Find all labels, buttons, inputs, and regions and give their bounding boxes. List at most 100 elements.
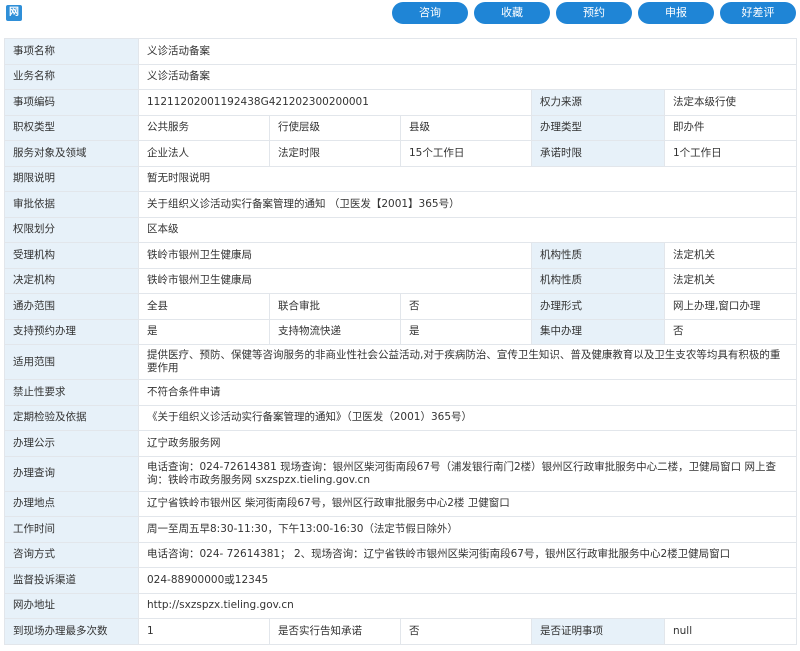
favorite-button[interactable]: 收藏 (474, 2, 550, 24)
table-row: 咨询方式 电话咨询：024- 72614381； 2、现场咨询：辽宁省铁岭市银州区… (4, 541, 797, 568)
table-row: 服务对象及领域 企业法人 法定时限 15个工作日 承诺时限 1个工作日 (4, 140, 797, 167)
field-value: 行使层级 (269, 114, 401, 141)
field-label: 网办地址 (4, 592, 139, 619)
field-value: 否 (400, 293, 532, 320)
table-row: 通办范围 全县 联合审批否办理形式 网上办理,窗口办理 (4, 293, 797, 320)
field-value: 支持物流快递 (269, 318, 401, 345)
site-logo: 网 (6, 5, 22, 21)
field-value: 网上办理,窗口办理 (664, 293, 797, 320)
table-row: 审批依据 关于组织义诊活动实行备案管理的通知 （卫医发【2001】365号） (4, 191, 797, 218)
apply-button[interactable]: 申报 (638, 2, 714, 24)
field-value: 铁岭市银州卫生健康局 (138, 267, 532, 294)
field-value: 关于组织义诊活动实行备案管理的通知 （卫医发【2001】365号） (138, 191, 797, 218)
appointment-button[interactable]: 预约 (556, 2, 632, 24)
field-value: 即办件 (664, 114, 797, 141)
table-row: 办理公示 辽宁政务服务网 (4, 430, 797, 457)
table-row: 期限说明 暂无时限说明 (4, 165, 797, 192)
field-value: 义诊活动备案 (138, 63, 797, 90)
field-label: 事项编码 (4, 89, 139, 116)
field-value: 否 (400, 618, 532, 645)
table-row: 禁止性要求 不符合条件申请 (4, 379, 797, 406)
consult-button[interactable]: 咨询 (392, 2, 468, 24)
field-value: 电话查询：024-72614381 现场查询：银州区柴河街南段67号（浦发银行南… (138, 455, 797, 492)
table-row: 支持预约办理是支持物流快递是集中办理否 (4, 318, 797, 345)
field-value: 辽宁政务服务网 (138, 430, 797, 457)
field-label: 职权类型 (4, 114, 139, 141)
top-bar: 网 咨询 收藏 预约 申报 好差评 (0, 0, 800, 34)
table-row: 职权类型 公共服务 行使层级 县级 办理类型 即办件 (4, 114, 797, 141)
field-value: 区本级 (138, 216, 797, 243)
field-label: 业务名称 (4, 63, 139, 90)
field-value: 法定时限 (269, 140, 401, 167)
table-row: 办理查询 电话查询：024-72614381 现场查询：银州区柴河街南段67号（浦… (4, 455, 797, 492)
field-label: 承诺时限 (531, 140, 665, 167)
field-value: 是 (138, 318, 270, 345)
field-value: http://sxzspzx.tieling.gov.cn (138, 592, 797, 619)
field-value: 《关于组织义诊活动实行备案管理的通知》（卫医发（2001）365号） (138, 404, 797, 431)
service-info-table: 事项名称 义诊活动备案 业务名称 义诊活动备案 事项编码 1121120200119243… (4, 38, 797, 645)
field-value: 1 (138, 618, 270, 645)
field-label: 办理公示 (4, 430, 139, 457)
table-row: 办理地点 辽宁省铁岭市银州区 柴河街南段67号，银州区行政审批服务中心2楼 卫健窗… (4, 490, 797, 517)
field-label: 咨询方式 (4, 541, 139, 568)
table-row: 到现场办理最多次数 1 是否实行告知承诺否是否证明事项 null (4, 618, 797, 645)
table-row: 工作时间 周一至周五早8:30-11:30，下午13:00-16:30（法定节假日… (4, 516, 797, 543)
field-label: 监督投诉渠道 (4, 567, 139, 594)
table-row: 受理机构 铁岭市银州卫生健康局 机构性质 法定机关 (4, 242, 797, 269)
field-label: 集中办理 (531, 318, 665, 345)
field-value: 11211202001192438G421202300200001 (138, 89, 532, 116)
field-value: 是 (400, 318, 532, 345)
table-row: 业务名称 义诊活动备案 (4, 63, 797, 90)
table-row: 决定机构 铁岭市银州卫生健康局 机构性质 法定机关 (4, 267, 797, 294)
field-label: 受理机构 (4, 242, 139, 269)
field-value: 企业法人 (138, 140, 270, 167)
field-label: 办理地点 (4, 490, 139, 517)
field-label: 办理类型 (531, 114, 665, 141)
table-row: 权限划分 区本级 (4, 216, 797, 243)
field-value: 否 (664, 318, 797, 345)
rating-button[interactable]: 好差评 (720, 2, 796, 24)
field-value: 不符合条件申请 (138, 379, 797, 406)
field-label: 适用范围 (4, 344, 139, 380)
field-value: 1个工作日 (664, 140, 797, 167)
field-label: 定期检验及依据 (4, 404, 139, 431)
field-value: 县级 (400, 114, 532, 141)
field-value: 义诊活动备案 (138, 38, 797, 65)
field-value: null (664, 618, 797, 645)
field-value: 是否实行告知承诺 (269, 618, 401, 645)
field-value: 周一至周五早8:30-11:30，下午13:00-16:30（法定节假日除外） (138, 516, 797, 543)
field-value: 15个工作日 (400, 140, 532, 167)
field-label: 禁止性要求 (4, 379, 139, 406)
table-row: 监督投诉渠道 024-88900000或12345 (4, 567, 797, 594)
field-value: 铁岭市银州卫生健康局 (138, 242, 532, 269)
field-label: 事项名称 (4, 38, 139, 65)
field-label: 机构性质 (531, 267, 665, 294)
field-label: 审批依据 (4, 191, 139, 218)
field-label: 工作时间 (4, 516, 139, 543)
field-label: 决定机构 (4, 267, 139, 294)
field-value: 提供医疗、预防、保健等咨询服务的非商业性社会公益活动,对于疾病防治、宣传卫生知识… (138, 344, 797, 380)
field-value: 全县 (138, 293, 270, 320)
field-label: 办理形式 (531, 293, 665, 320)
table-row: 事项名称 义诊活动备案 (4, 38, 797, 65)
table-row: 定期检验及依据 《关于组织义诊活动实行备案管理的通知》（卫医发（2001）365号… (4, 404, 797, 431)
field-value: 联合审批 (269, 293, 401, 320)
field-label: 权力来源 (531, 89, 665, 116)
action-buttons: 咨询 收藏 预约 申报 好差评 (392, 2, 796, 24)
field-value: 暂无时限说明 (138, 165, 797, 192)
field-label: 机构性质 (531, 242, 665, 269)
field-label: 办理查询 (4, 455, 139, 492)
field-label: 权限划分 (4, 216, 139, 243)
field-label: 服务对象及领域 (4, 140, 139, 167)
field-value: 辽宁省铁岭市银州区 柴河街南段67号，银州区行政审批服务中心2楼 卫健窗口 (138, 490, 797, 517)
field-value: 法定机关 (664, 242, 797, 269)
field-label: 支持预约办理 (4, 318, 139, 345)
field-value: 024-88900000或12345 (138, 567, 797, 594)
field-label: 到现场办理最多次数 (4, 618, 139, 645)
field-value: 法定本级行使 (664, 89, 797, 116)
field-label: 期限说明 (4, 165, 139, 192)
field-value: 法定机关 (664, 267, 797, 294)
field-value: 电话咨询：024- 72614381； 2、现场咨询：辽宁省铁岭市银州区柴河街南… (138, 541, 797, 568)
table-row: 适用范围 提供医疗、预防、保健等咨询服务的非商业性社会公益活动,对于疾病防治、宣传… (4, 344, 797, 380)
field-label: 是否证明事项 (531, 618, 665, 645)
